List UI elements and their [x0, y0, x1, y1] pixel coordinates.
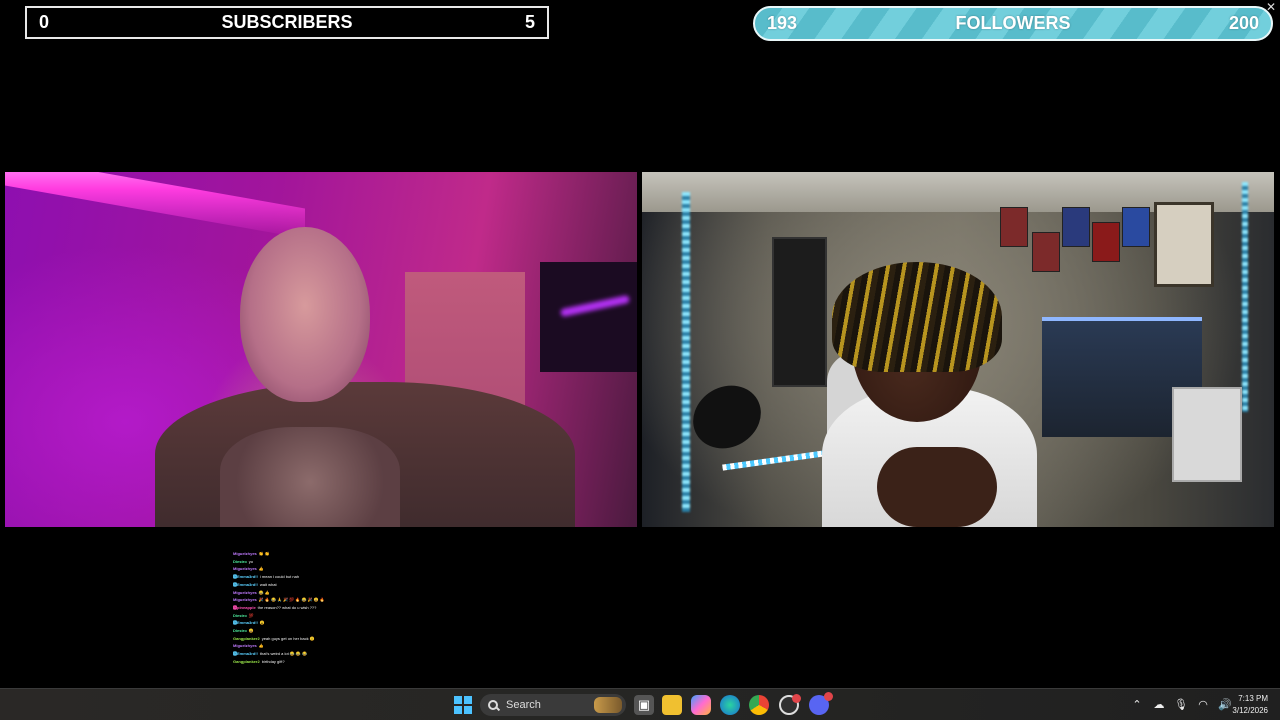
chat-username: Diestro: [233, 612, 247, 618]
chat-message: 🅶Emma3rd!! that's weird a lot 😂 😂 😂: [233, 650, 433, 658]
chrome-icon[interactable]: [749, 695, 769, 715]
chat-message: Diestro 😄: [233, 627, 433, 635]
edge-icon[interactable]: [720, 695, 740, 715]
chat-text: 😮: [259, 620, 265, 626]
chat-overlay: Miguelzhyes 👏 👏 Diestro yo Miguelzhyes 👍 🅶Emma…: [233, 550, 433, 666]
chat-message: 🅶pineapple the reason?? what do u wish ??…: [233, 604, 433, 612]
followers-goal-bar: 193 FOLLOWERS 200: [753, 6, 1273, 41]
chat-username: Miguelzhyes: [233, 597, 257, 603]
file-explorer-icon[interactable]: [662, 695, 682, 715]
microphone-icon[interactable]: 🎙: [1173, 697, 1189, 713]
taskbar-search[interactable]: Search: [480, 694, 626, 716]
onedrive-icon[interactable]: ☁: [1151, 697, 1167, 713]
discord-icon[interactable]: [809, 692, 833, 715]
person-arm: [877, 447, 997, 527]
chat-username: Miguelzhyes: [233, 589, 257, 595]
chat-text: 😄: [248, 628, 254, 634]
chat-username: 🅶Emma3rd!!: [233, 581, 258, 587]
close-icon[interactable]: ✕: [1264, 0, 1278, 14]
chat-message: Miguelzhyes 🎉 🔥 😂 🙏 🎉 💯 🔥 😂 🎉 😀 🔥: [233, 596, 433, 604]
chat-text: that's weird a lot 😂 😂 😂: [259, 651, 307, 657]
subscribers-goal-bar: 0 SUBSCRIBERS 5: [25, 6, 549, 39]
person-hair: [832, 262, 1002, 372]
search-label: Search: [506, 699, 541, 711]
chat-message: Diestro yo: [233, 558, 433, 566]
led-strip: [5, 172, 305, 239]
chat-message: 🅶Emma3rd!! 😮: [233, 619, 433, 627]
left-webcam-feed: [5, 172, 637, 527]
chat-username: 🅶Emma3rd!!: [233, 574, 258, 580]
task-view-icon[interactable]: ▣: [634, 695, 654, 715]
taskbar: Search ▣ ⌃ ☁ 🎙 ◠ 🔊 7:13 PM 3/12/2026: [0, 688, 1280, 720]
followers-target: 200: [1228, 13, 1259, 33]
led-strip-right: [1242, 182, 1248, 412]
chat-message: 🅶Emma3rd!! wait what: [233, 581, 433, 589]
chat-message: Gangplanker2 birthday gift?: [233, 658, 433, 666]
obs-icon[interactable]: [779, 694, 801, 715]
chat-text: 😂 👍: [258, 589, 270, 595]
copilot-icon[interactable]: [691, 695, 711, 715]
notification-badge-icon: [792, 694, 801, 703]
windows-start-icon[interactable]: [453, 695, 473, 715]
wifi-icon[interactable]: ◠: [1195, 697, 1211, 713]
led-strip-bottom: [722, 449, 832, 471]
system-clock[interactable]: 7:13 PM 3/12/2026: [1232, 693, 1268, 717]
wall-poster: [772, 237, 827, 387]
wall-art: [1062, 207, 1090, 247]
chat-message: Diestro 💯: [233, 612, 433, 620]
wall-art: [1032, 232, 1060, 272]
notification-badge-icon: [824, 692, 833, 701]
chat-text: yo: [248, 558, 254, 564]
chat-text: 💯: [248, 612, 254, 618]
system-tray: ⌃ ☁ 🎙 ◠ 🔊: [1126, 689, 1236, 720]
chat-text: 👍: [258, 643, 264, 649]
search-icon: [488, 700, 498, 710]
search-highlight-image: [594, 697, 622, 713]
person-head: [240, 227, 370, 402]
subscribers-target: 5: [524, 12, 535, 32]
chat-username: Miguelzhyes: [233, 566, 257, 572]
picture-frame: [1154, 202, 1214, 287]
chat-username: 🅶pineapple: [233, 604, 256, 610]
chat-text: birthday gift?: [261, 658, 285, 664]
clock-date: 3/12/2026: [1232, 706, 1268, 715]
chat-text: 👍: [258, 566, 264, 572]
chat-message: Gangplanker2 yeah guys get on her back 🙂: [233, 635, 433, 643]
right-webcam-feed: [642, 172, 1274, 527]
chat-text: 👏 👏: [258, 551, 270, 556]
chat-text: wait what: [259, 581, 277, 587]
chat-username: Gangplanker2: [233, 635, 260, 641]
wall-art: [1122, 207, 1150, 247]
person-shirt: [220, 427, 400, 527]
chat-username: 🅶Emma3rd!!: [233, 620, 258, 626]
led-strip-left: [682, 192, 690, 512]
chat-username: 🅶Emma3rd!!: [233, 651, 258, 657]
followers-label: FOLLOWERS: [955, 13, 1071, 33]
chat-message: Miguelzhyes 👍: [233, 642, 433, 650]
subscribers-label: SUBSCRIBERS: [221, 12, 353, 32]
chat-username: Diestro: [233, 628, 247, 634]
tv-screen: [540, 262, 637, 372]
chat-text: i mean i could but nah: [259, 574, 300, 580]
chat-message: Miguelzhyes 👍: [233, 565, 433, 573]
chat-message: Miguelzhyes 👏 👏: [233, 550, 433, 558]
clock-time: 7:13 PM: [1238, 694, 1268, 703]
chat-text: 🎉 🔥 😂 🙏 🎉 💯 🔥 😂 🎉 😀 🔥: [258, 597, 325, 603]
chat-username: Miguelzhyes: [233, 551, 257, 556]
wall-art: [1000, 207, 1028, 247]
volume-icon[interactable]: 🔊: [1217, 697, 1233, 713]
chat-text: yeah guys get on her back 🙂: [261, 635, 315, 641]
chat-text: the reason?? what do u wish ???: [257, 604, 317, 610]
wall-art: [1092, 222, 1120, 262]
chat-username: Miguelzhyes: [233, 643, 257, 649]
chat-username: Diestro: [233, 558, 247, 564]
subscribers-current: 0: [39, 12, 50, 32]
chat-username: Gangplanker2: [233, 658, 260, 664]
chat-message: 🅶Emma3rd!! i mean i could but nah: [233, 573, 433, 581]
chevron-up-icon[interactable]: ⌃: [1129, 697, 1145, 713]
chat-message: Miguelzhyes 😂 👍: [233, 589, 433, 597]
followers-current: 193: [767, 13, 798, 33]
microphone: [681, 373, 773, 461]
drawer-unit: [1172, 387, 1242, 482]
